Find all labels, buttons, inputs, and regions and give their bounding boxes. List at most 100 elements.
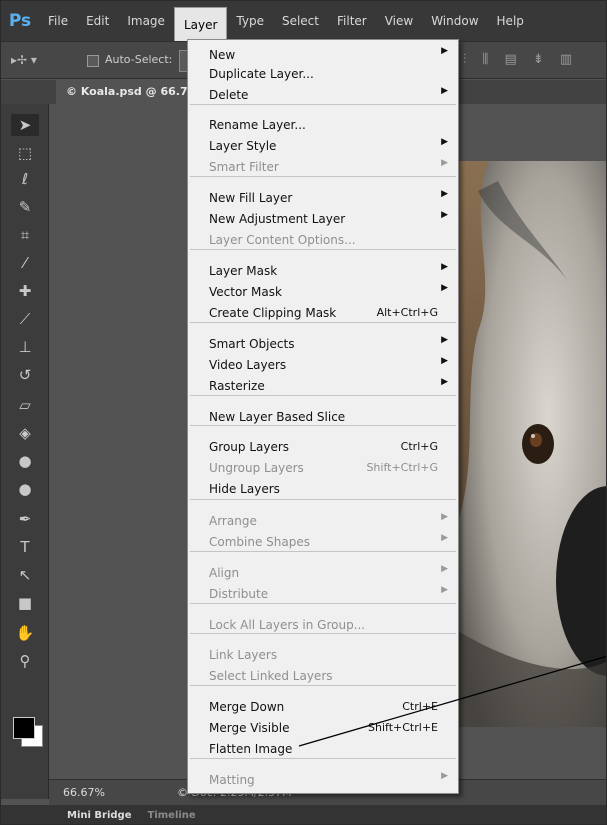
- move-tool-icon[interactable]: ➤: [11, 114, 39, 136]
- document-tab[interactable]: © Koala.psd @ 66.7%: [56, 80, 209, 104]
- tab-timeline[interactable]: Timeline: [140, 805, 204, 824]
- dodge-tool-icon[interactable]: ●: [11, 478, 39, 500]
- menu-item-new-layer-based-slice[interactable]: New Layer Based Slice: [188, 406, 458, 427]
- menu-item-matting: Matting ▶: [188, 769, 458, 790]
- menu-item-label: Vector Mask: [209, 284, 282, 299]
- submenu-arrow-icon: ▶: [441, 210, 448, 220]
- menu-item-smart-filter: Smart Filter ▶: [188, 156, 458, 177]
- menu-item-flatten-image[interactable]: Flatten Image: [188, 738, 458, 759]
- eraser-tool-icon[interactable]: ▱: [11, 394, 39, 416]
- align-distribute-icons[interactable]: ⫶ ⫼ ▤ ⇟ ▥: [463, 52, 578, 67]
- menu-item-rasterize[interactable]: Rasterize ▶: [188, 375, 458, 396]
- zoom-tool-icon[interactable]: ⚲: [11, 650, 39, 672]
- menu-select[interactable]: Select: [273, 1, 328, 41]
- hand-tool-icon[interactable]: ✋: [11, 622, 39, 644]
- menu-item-label: Create Clipping Mask: [209, 305, 337, 320]
- menu-item-label: Video Layers: [209, 357, 287, 372]
- menu-item-lock-all-layers-in-group: Lock All Layers in Group...: [188, 614, 458, 635]
- menu-view[interactable]: View: [376, 1, 422, 41]
- submenu-arrow-icon: ▶: [441, 158, 448, 168]
- menu-item-label: New Fill Layer: [209, 190, 293, 205]
- menu-item-label: Hide Layers: [209, 481, 280, 496]
- submenu-arrow-icon: ▶: [441, 283, 448, 293]
- menu-separator: [190, 322, 456, 323]
- history-brush-tool-icon[interactable]: ↺: [11, 364, 39, 386]
- bottom-panel: Mini Bridge Timeline: [1, 805, 606, 824]
- menu-item-layer-style[interactable]: Layer Style ▶: [188, 135, 458, 156]
- menu-item-rename-layer[interactable]: Rename Layer...: [188, 114, 458, 135]
- tools-panel: ➤ ⬚ ℓ ✎ ⌗ ⁄ ✚ ⟋ ⊥ ↺ ▱ ◈ ● ● ✒ T ↖ ■ ✋ ⚲: [1, 104, 49, 799]
- menu-item-label: Delete: [209, 87, 249, 102]
- menu-item-new-fill-layer[interactable]: New Fill Layer ▶: [188, 187, 458, 208]
- menu-type[interactable]: Type: [227, 1, 273, 41]
- paint-bucket-tool-icon[interactable]: ◈: [11, 422, 39, 444]
- auto-select-label: Auto-Select:: [105, 53, 173, 66]
- move-tool-preset-icon[interactable]: ▸✢ ▾: [11, 53, 37, 67]
- crop-tool-icon[interactable]: ⌗: [11, 224, 39, 246]
- menu-item-smart-objects[interactable]: Smart Objects ▶: [188, 333, 458, 354]
- eyedropper-tool-icon[interactable]: ⁄: [11, 252, 39, 274]
- lasso-tool-icon[interactable]: ℓ: [11, 168, 39, 190]
- menu-item-vector-mask[interactable]: Vector Mask ▶: [188, 281, 458, 302]
- brush-tool-icon[interactable]: ⟋: [11, 308, 39, 330]
- menu-item-label: Combine Shapes: [209, 534, 310, 549]
- submenu-arrow-icon: ▶: [441, 86, 448, 96]
- menu-item-layer-mask[interactable]: Layer Mask ▶: [188, 260, 458, 281]
- menu-item-label: Matting: [209, 772, 255, 787]
- menu-help[interactable]: Help: [488, 1, 533, 41]
- menu-item-label: Layer Style: [209, 138, 277, 153]
- menu-item-label: Layer Mask: [209, 263, 278, 278]
- menu-window[interactable]: Window: [422, 1, 487, 41]
- menu-item-label: Smart Objects: [209, 336, 295, 351]
- type-tool-icon[interactable]: T: [11, 536, 39, 558]
- menu-item-merge-visible[interactable]: Merge Visible Shift+Ctrl+E: [188, 717, 458, 738]
- healing-brush-tool-icon[interactable]: ✚: [11, 280, 39, 302]
- menu-edit[interactable]: Edit: [77, 1, 118, 41]
- menu-item-merge-down[interactable]: Merge Down Ctrl+E: [188, 696, 458, 717]
- blur-tool-icon[interactable]: ●: [11, 450, 39, 472]
- menu-item-label: Flatten Image: [209, 741, 293, 756]
- menu-item-label: Layer Content Options...: [209, 232, 356, 247]
- menu-image[interactable]: Image: [118, 1, 174, 41]
- photoshop-window: Ps File Edit Image Layer Type Select Fil…: [0, 0, 607, 825]
- zoom-level[interactable]: 66.67%: [63, 786, 105, 799]
- menu-item-label: Arrange: [209, 513, 257, 528]
- shape-tool-icon[interactable]: ■: [11, 592, 39, 614]
- menu-item-group-layers[interactable]: Group Layers Ctrl+G: [188, 436, 458, 457]
- path-select-tool-icon[interactable]: ↖: [11, 564, 39, 586]
- menu-item-link-layers: Link Layers: [188, 644, 458, 665]
- foreground-color-swatch[interactable]: [13, 717, 35, 739]
- menu-separator: [190, 249, 456, 250]
- menu-separator: [190, 633, 456, 634]
- menu-layer[interactable]: Layer: [173, 7, 228, 41]
- menu-item-new-adjustment-layer[interactable]: New Adjustment Layer ▶: [188, 208, 458, 229]
- menu-item-shortcut: Ctrl+G: [400, 440, 438, 453]
- menu-item-label: Duplicate Layer...: [209, 66, 314, 81]
- tab-mini-bridge[interactable]: Mini Bridge: [59, 805, 140, 824]
- menu-item-select-linked-layers: Select Linked Layers: [188, 665, 458, 686]
- pen-tool-icon[interactable]: ✒: [11, 508, 39, 530]
- marquee-tool-icon[interactable]: ⬚: [11, 142, 39, 164]
- menu-item-create-clipping-mask[interactable]: Create Clipping Mask Alt+Ctrl+G: [188, 302, 458, 323]
- menu-item-label: Lock All Layers in Group...: [209, 617, 366, 632]
- menu-item-video-layers[interactable]: Video Layers ▶: [188, 354, 458, 375]
- menu-item-distribute: Distribute ▶: [188, 583, 458, 604]
- menu-file[interactable]: File: [39, 1, 77, 41]
- menu-item-new[interactable]: New ▶: [188, 44, 458, 65]
- menu-bar: Ps File Edit Image Layer Type Select Fil…: [1, 1, 606, 41]
- menu-item-delete[interactable]: Delete ▶: [188, 84, 458, 105]
- submenu-arrow-icon: ▶: [441, 189, 448, 199]
- clone-stamp-tool-icon[interactable]: ⊥: [11, 336, 39, 358]
- menu-item-duplicate-layer[interactable]: Duplicate Layer...: [188, 63, 458, 84]
- menu-item-label: New Adjustment Layer: [209, 211, 346, 226]
- quick-select-tool-icon[interactable]: ✎: [11, 196, 39, 218]
- menu-filter[interactable]: Filter: [328, 1, 376, 41]
- menu-separator: [190, 104, 456, 105]
- submenu-arrow-icon: ▶: [441, 533, 448, 543]
- menu-item-hide-layers[interactable]: Hide Layers: [188, 478, 458, 499]
- menu-item-label: Rasterize: [209, 378, 265, 393]
- menu-separator: [190, 395, 456, 396]
- menu-separator: [190, 603, 456, 604]
- menu-separator: [190, 425, 456, 426]
- auto-select-checkbox[interactable]: [87, 55, 99, 67]
